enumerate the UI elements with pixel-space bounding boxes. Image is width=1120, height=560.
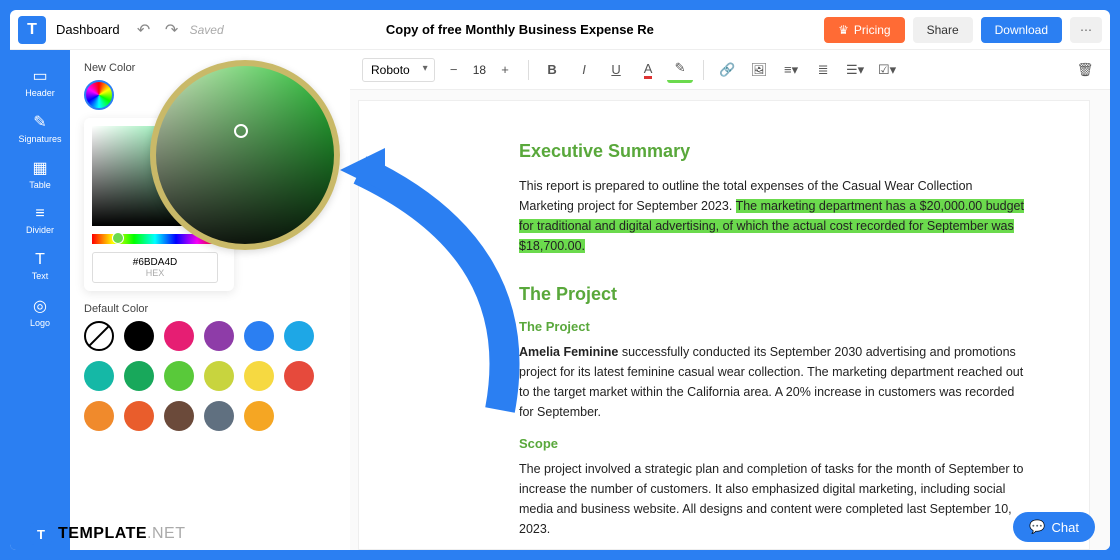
chat-button[interactable]: 💬Chat bbox=[1013, 512, 1095, 542]
image-button[interactable]: 🖼 bbox=[746, 57, 772, 83]
chat-icon: 💬 bbox=[1029, 519, 1045, 535]
download-button[interactable]: Download bbox=[981, 17, 1062, 43]
editor-area: Roboto − 18 + B I U A ✎ 🔗 🖼 ≡▾ ≣ ☰▾ ☑▾ 🗑 bbox=[350, 50, 1110, 550]
topbar: T Dashboard ↶ ↷ Saved Copy of free Month… bbox=[10, 10, 1110, 50]
subheading-the-project[interactable]: The Project bbox=[519, 319, 1029, 334]
paragraph[interactable]: This report is prepared to outline the t… bbox=[519, 176, 1029, 256]
align-button[interactable]: ≡▾ bbox=[778, 57, 804, 83]
brand-watermark: T TEMPLATE.NET bbox=[30, 523, 185, 545]
logo-icon: ◎ bbox=[33, 296, 47, 316]
crown-icon: ♛ bbox=[838, 23, 849, 37]
hue-wheel[interactable] bbox=[84, 80, 114, 110]
paragraph[interactable]: The project involved a strategic plan an… bbox=[519, 459, 1029, 539]
delete-button[interactable]: 🗑 bbox=[1072, 57, 1098, 83]
app-logo[interactable]: T bbox=[18, 16, 46, 44]
link-button[interactable]: 🔗 bbox=[714, 57, 740, 83]
swatch[interactable] bbox=[84, 401, 114, 431]
swatch-none[interactable] bbox=[84, 321, 114, 351]
swatch[interactable] bbox=[204, 321, 234, 351]
heading-executive-summary[interactable]: Executive Summary bbox=[519, 141, 1029, 162]
hue-thumb[interactable] bbox=[112, 232, 124, 244]
document-title[interactable]: Copy of free Monthly Business Expense Re bbox=[224, 22, 817, 37]
heading-the-project[interactable]: The Project bbox=[519, 284, 1029, 305]
share-button[interactable]: Share bbox=[913, 17, 973, 43]
swatch[interactable] bbox=[284, 321, 314, 351]
redo-icon[interactable]: ↷ bbox=[162, 20, 182, 40]
format-toolbar: Roboto − 18 + B I U A ✎ 🔗 🖼 ≡▾ ≣ ☰▾ ☑▾ 🗑 bbox=[350, 50, 1110, 90]
dashboard-link[interactable]: Dashboard bbox=[56, 22, 120, 37]
swatch[interactable] bbox=[244, 401, 274, 431]
more-button[interactable]: ⋯ bbox=[1070, 17, 1102, 43]
text-color-button[interactable]: A bbox=[635, 57, 661, 83]
swatch[interactable] bbox=[164, 361, 194, 391]
sidebar-item-table[interactable]: ▦Table bbox=[15, 152, 65, 196]
sidebar: ▭Header ✎Signatures ▦Table ≡Divider TTex… bbox=[10, 50, 70, 550]
sidebar-item-signatures[interactable]: ✎Signatures bbox=[15, 106, 65, 150]
font-select[interactable]: Roboto bbox=[362, 58, 435, 82]
default-color-label: Default Color bbox=[84, 303, 336, 315]
document-canvas[interactable]: Executive Summary This report is prepare… bbox=[358, 100, 1090, 550]
swatch[interactable] bbox=[124, 361, 154, 391]
paragraph[interactable]: Amelia Feminine successfully conducted i… bbox=[519, 342, 1029, 422]
swatch[interactable] bbox=[164, 321, 194, 351]
swatch[interactable] bbox=[124, 321, 154, 351]
magnifier-overlay bbox=[150, 60, 340, 250]
highlight-color-button[interactable]: ✎ bbox=[667, 57, 693, 83]
pricing-button[interactable]: ♛Pricing bbox=[824, 17, 904, 43]
swatch[interactable] bbox=[204, 361, 234, 391]
subheading-scope[interactable]: Scope bbox=[519, 436, 1029, 451]
table-icon: ▦ bbox=[32, 158, 47, 178]
sidebar-item-divider[interactable]: ≡Divider bbox=[15, 198, 65, 242]
swatch[interactable] bbox=[204, 401, 234, 431]
swatch[interactable] bbox=[244, 321, 274, 351]
italic-button[interactable]: I bbox=[571, 57, 597, 83]
sidebar-item-logo[interactable]: ◎Logo bbox=[15, 290, 65, 334]
text-icon: T bbox=[35, 251, 45, 269]
bullet-list-button[interactable]: ☰▾ bbox=[842, 57, 868, 83]
divider-icon: ≡ bbox=[35, 205, 44, 223]
numbered-list-button[interactable]: ≣ bbox=[810, 57, 836, 83]
bold-button[interactable]: B bbox=[539, 57, 565, 83]
hex-input[interactable]: #6BDA4D HEX bbox=[92, 252, 218, 283]
picker-cursor-icon bbox=[234, 124, 248, 138]
swatch[interactable] bbox=[124, 401, 154, 431]
undo-icon[interactable]: ↶ bbox=[134, 20, 154, 40]
sidebar-item-header[interactable]: ▭Header bbox=[15, 60, 65, 104]
signature-icon: ✎ bbox=[33, 112, 46, 132]
underline-button[interactable]: U bbox=[603, 57, 629, 83]
swatch[interactable] bbox=[244, 361, 274, 391]
swatch[interactable] bbox=[284, 361, 314, 391]
increase-size-button[interactable]: + bbox=[492, 57, 518, 83]
swatch[interactable] bbox=[84, 361, 114, 391]
checklist-button[interactable]: ☑▾ bbox=[874, 57, 900, 83]
brand-logo-icon: T bbox=[30, 523, 52, 545]
swatch-grid bbox=[84, 321, 334, 431]
header-icon: ▭ bbox=[32, 66, 47, 86]
saved-status: Saved bbox=[190, 23, 224, 37]
swatch[interactable] bbox=[164, 401, 194, 431]
sidebar-item-text[interactable]: TText bbox=[15, 244, 65, 288]
font-size-value[interactable]: 18 bbox=[473, 63, 486, 77]
decrease-size-button[interactable]: − bbox=[441, 57, 467, 83]
